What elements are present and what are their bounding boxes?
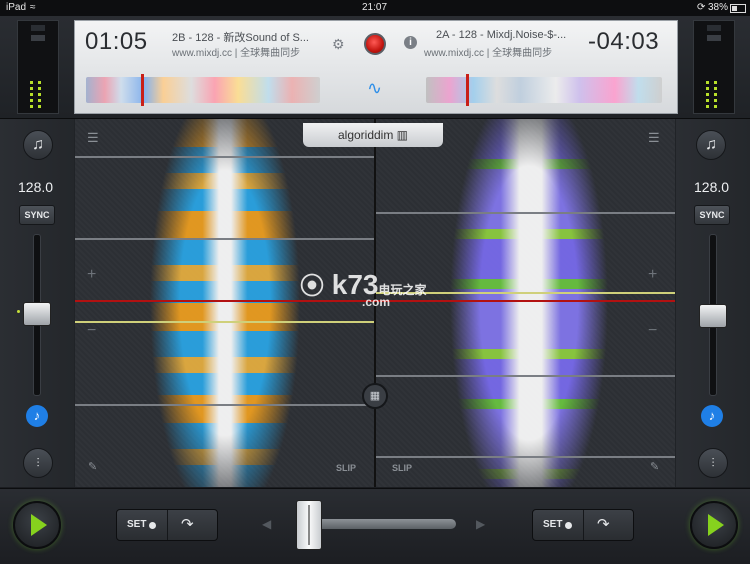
cue-dot-icon	[149, 522, 156, 529]
beat-line	[376, 212, 675, 214]
device-label: iPad	[6, 2, 27, 13]
crossfader-knob[interactable]	[296, 500, 322, 550]
gamepad-icon: ⦿	[300, 273, 324, 300]
deck-a-overview-waveform[interactable]	[86, 77, 320, 103]
crossfader-grip	[308, 505, 310, 545]
info-icon[interactable]: i	[404, 36, 417, 49]
deck-b-cue-controls: SET ↷	[532, 509, 634, 541]
deck-a-pitch-slider[interactable]	[23, 302, 51, 326]
gear-icon[interactable]: ⚙	[332, 36, 345, 53]
cue-marker-a	[75, 321, 374, 323]
deck-b-pencil-icon[interactable]: ✎	[650, 460, 659, 473]
crossfader-right-arrow[interactable]: ▶	[476, 517, 485, 531]
eq-icon[interactable]: ⫶	[698, 448, 728, 478]
deck-a-bpm: 128.0	[18, 179, 54, 195]
crossfader-left-arrow[interactable]: ◀	[262, 517, 271, 531]
beat-line	[75, 156, 374, 158]
deck-b-overview-waveform[interactable]	[426, 77, 662, 103]
level-meter-left	[17, 20, 59, 114]
deck-a-playhead[interactable]	[141, 74, 144, 106]
deck-a-set-button[interactable]: SET	[127, 519, 146, 530]
beat-line	[376, 375, 675, 377]
deck-b-bpm: 128.0	[694, 179, 730, 195]
deck-b-track-source: www.mixdj.cc | 全球舞曲同步	[424, 48, 553, 59]
lock-rotation-icon: ⟳	[697, 2, 706, 13]
music-add-icon[interactable]: ♫	[696, 130, 726, 160]
cue-divider	[167, 510, 168, 540]
cue-dot-icon	[565, 522, 572, 529]
music-note-icon[interactable]: ♪	[701, 405, 723, 427]
deck-a-list-icon[interactable]: ☰	[87, 130, 99, 146]
cue-divider	[583, 510, 584, 540]
status-bar: iPad ≈ 21:07 ⟳ 38%	[0, 0, 750, 16]
deck-a-track-title[interactable]: 2B - 128 - 新改Sound of S...	[172, 29, 322, 45]
watermark: ⦿ k73电玩之家 .com	[300, 269, 427, 309]
deck-a-sync-button[interactable]: SYNC	[19, 205, 55, 225]
loop-icon[interactable]: ↷	[181, 515, 194, 533]
music-add-icon[interactable]: ♫	[23, 130, 53, 160]
beat-line	[376, 456, 675, 458]
zoom-in-icon[interactable]: +	[87, 266, 96, 284]
pitch-center-dot	[17, 310, 20, 313]
deck-b-track-title[interactable]: 2A - 128 - Mixdj.Noise-$-...	[436, 29, 584, 41]
deck-a-pencil-icon[interactable]: ✎	[88, 460, 97, 473]
deck-b-scrolling-waveform[interactable]	[450, 119, 608, 487]
deck-b-set-button[interactable]: SET	[543, 519, 562, 530]
deck-b-play-button[interactable]	[690, 501, 738, 549]
deck-a-play-button[interactable]	[13, 501, 61, 549]
music-note-icon[interactable]: ♪	[26, 405, 48, 427]
eq-icon[interactable]: ⫶	[23, 448, 53, 478]
deck-a-scrolling-waveform[interactable]	[150, 119, 300, 487]
deck-b-slip-button[interactable]: SLIP	[392, 463, 412, 473]
deck-b-list-icon[interactable]: ☰	[648, 130, 660, 146]
deck-a-track-source: www.mixdj.cc | 全球舞曲同步	[172, 48, 301, 59]
deck-b-sync-button[interactable]: SYNC	[694, 205, 730, 225]
deck-a-elapsed-time: 01:05	[85, 28, 148, 55]
deck-a-cue-controls: SET ↷	[116, 509, 218, 541]
clock: 21:07	[362, 2, 388, 13]
algoriddim-logo: algoriddim ▥	[303, 123, 443, 147]
beat-line	[75, 238, 374, 240]
deck-b-remaining-time: -04:03	[588, 28, 660, 55]
loop-icon[interactable]: ↷	[597, 515, 610, 533]
grid-icon[interactable]: ▦	[362, 383, 388, 409]
waveform-icon[interactable]: ∿	[367, 78, 382, 99]
battery-percent: 38%	[708, 2, 729, 13]
zoom-out-icon[interactable]: −	[648, 322, 657, 340]
deck-b-pitch-slider[interactable]	[699, 304, 727, 328]
battery-icon	[730, 4, 746, 13]
deck-a-slip-button[interactable]: SLIP	[336, 463, 356, 473]
zoom-out-icon[interactable]: −	[87, 322, 96, 340]
wifi-icon: ≈	[30, 2, 36, 13]
record-button[interactable]	[364, 33, 386, 55]
zoom-in-icon[interactable]: +	[648, 266, 657, 284]
deck-b-playhead[interactable]	[466, 74, 469, 106]
level-meter-right	[693, 20, 735, 114]
beat-line	[75, 404, 374, 406]
